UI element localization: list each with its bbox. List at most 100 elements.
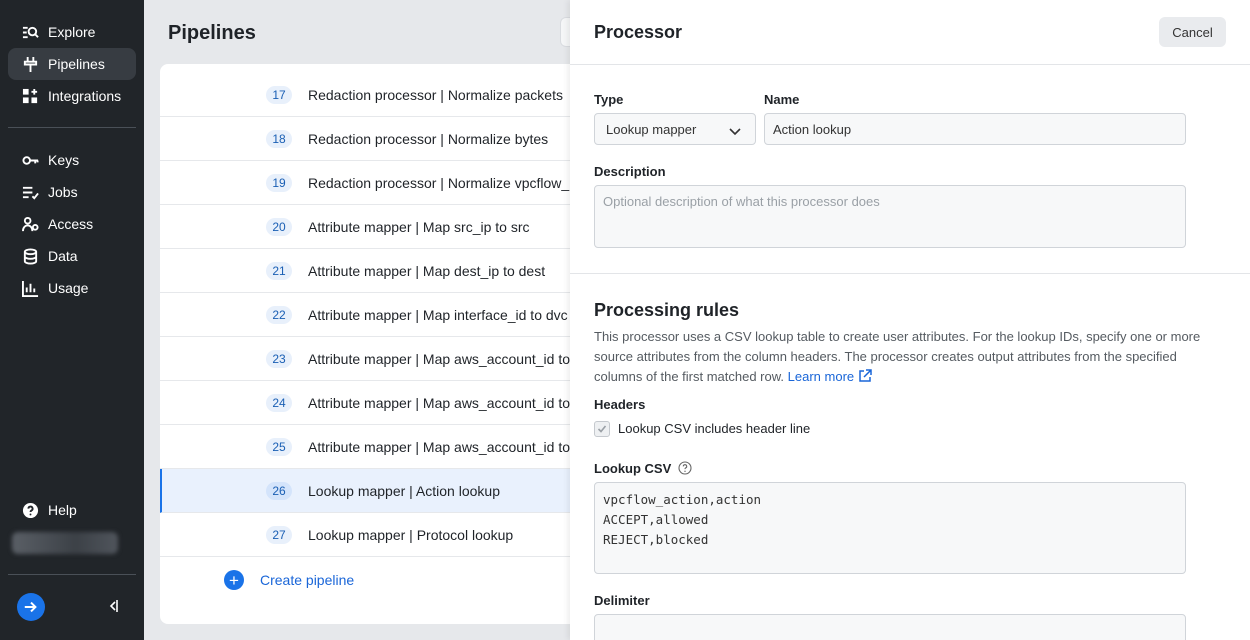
jobs-icon (21, 183, 39, 201)
pipeline-row[interactable]: 24 Attribute mapper | Map aws_account_id… (160, 381, 580, 425)
sidebar-item-keys[interactable]: Keys (8, 144, 136, 176)
pipeline-row-selected[interactable]: 26 Lookup mapper | Action lookup (160, 469, 580, 513)
checkmark-icon (597, 425, 607, 433)
processing-rules-title: Processing rules (594, 300, 740, 320)
row-number-badge: 27 (266, 525, 292, 544)
sidebar-item-help[interactable]: Help (8, 494, 136, 526)
sidebar-item-label: Explore (48, 24, 96, 40)
header-line-checkbox-label: Lookup CSV includes header line (618, 421, 811, 436)
row-label: Attribute mapper | Map dest_ip to dest (308, 262, 546, 279)
app-logo-icon[interactable] (17, 593, 45, 621)
row-label: Lookup mapper | Action lookup (308, 482, 500, 499)
pipeline-row[interactable]: 20 Attribute mapper | Map src_ip to src (160, 205, 580, 249)
sidebar-item-label: Jobs (48, 184, 78, 200)
description-textarea[interactable] (594, 185, 1186, 248)
sidebar-item-label: Access (48, 216, 94, 232)
pipeline-row[interactable]: 25 Attribute mapper | Map aws_account_id… (160, 425, 580, 469)
pipeline-row[interactable]: 18 Redaction processor | Normalize bytes (160, 117, 580, 161)
pipeline-row[interactable]: 23 Attribute mapper | Map aws_account_id… (160, 337, 580, 381)
csv-line: ACCEPT,allowed (603, 512, 709, 527)
lookup-csv-editor[interactable]: vpcflow_action,action ACCEPT,allowed REJ… (594, 482, 1186, 574)
pipeline-row[interactable]: 22 Attribute mapper | Map interface_id t… (160, 293, 580, 337)
pipeline-row[interactable]: 19 Redaction processor | Normalize vpcfl… (160, 161, 580, 205)
help-icon (21, 501, 39, 519)
row-number-badge: 21 (266, 261, 292, 280)
lookup-csv-label: Lookup CSV (594, 461, 672, 476)
sidebar-item-access[interactable]: Access (8, 208, 136, 240)
csv-line: vpcflow_action,action (603, 492, 762, 507)
row-number-badge: 20 (266, 217, 292, 236)
panel-divider (570, 273, 1250, 274)
panel-divider (570, 64, 1250, 65)
create-pipeline-button[interactable]: + Create pipeline (224, 570, 354, 590)
description-label: Description (594, 164, 666, 179)
access-icon (21, 215, 39, 233)
explore-icon (21, 23, 39, 41)
sidebar-item-label: Usage (48, 280, 89, 296)
row-label: Attribute mapper | Map aws_account_id to (308, 350, 571, 367)
pipeline-row[interactable]: 27 Lookup mapper | Protocol lookup (160, 513, 580, 557)
headers-label: Headers (594, 397, 646, 412)
row-label: Attribute mapper | Map interface_id to d… (308, 306, 568, 323)
processor-panel: Processor Cancel Type Name Lookup mapper… (570, 0, 1250, 640)
help-circle-icon[interactable] (678, 461, 692, 475)
header-line-checkbox[interactable] (594, 421, 610, 437)
sidebar-item-label: Pipelines (48, 56, 105, 72)
page-title: Pipelines (168, 22, 256, 44)
learn-more-link[interactable]: Learn more (788, 369, 872, 384)
delimiter-label: Delimiter (594, 593, 650, 608)
user-profile[interactable] (12, 532, 118, 554)
row-label: Redaction processor | Normalize packets (308, 86, 563, 103)
row-number-badge: 19 (266, 173, 292, 192)
pipeline-row[interactable]: 17 Redaction processor | Normalize packe… (160, 73, 580, 117)
row-label: Lookup mapper | Protocol lookup (308, 526, 514, 543)
row-label: Redaction processor | Normalize bytes (308, 130, 549, 147)
collapse-sidebar-icon[interactable] (106, 598, 120, 614)
row-number-badge: 17 (266, 85, 292, 104)
panel-title: Processor (594, 22, 683, 42)
key-icon (21, 151, 39, 169)
row-number-badge: 24 (266, 393, 292, 412)
plus-icon: + (224, 570, 244, 590)
sidebar-item-pipelines[interactable]: Pipelines (8, 48, 136, 80)
row-number-badge: 18 (266, 129, 292, 148)
external-link-icon (859, 369, 872, 382)
row-label: Attribute mapper | Map aws_account_id to (308, 394, 571, 411)
processing-rules-description: This processor uses a CSV lookup table t… (594, 327, 1204, 387)
delimiter-input[interactable] (594, 614, 1186, 640)
rules-desc-text: This processor uses a CSV lookup table t… (594, 329, 1201, 384)
row-label: Attribute mapper | Map src_ip to src (308, 218, 530, 235)
sidebar-item-label: Help (48, 502, 77, 518)
sidebar: Explore Pipelines Integrations Keys Jobs… (0, 0, 144, 640)
row-label: Attribute mapper | Map aws_account_id to (308, 438, 571, 455)
sidebar-item-data[interactable]: Data (8, 240, 136, 272)
name-input[interactable] (764, 113, 1186, 145)
sidebar-divider (8, 127, 136, 128)
type-select[interactable]: Lookup mapper (594, 113, 756, 145)
sidebar-item-label: Keys (48, 152, 80, 168)
sidebar-item-integrations[interactable]: Integrations (8, 80, 136, 112)
row-number-badge: 23 (266, 349, 292, 368)
learn-more-text: Learn more (787, 369, 855, 384)
row-number-badge: 22 (266, 305, 292, 324)
sidebar-item-label: Integrations (48, 88, 122, 104)
create-pipeline-label: Create pipeline (260, 572, 355, 588)
row-number-badge: 26 (266, 481, 292, 500)
chevron-down-icon (729, 124, 741, 139)
sidebar-divider (8, 574, 136, 575)
pipelines-icon (21, 55, 39, 73)
sidebar-item-usage[interactable]: Usage (8, 272, 136, 304)
database-icon (21, 247, 39, 265)
pipeline-row[interactable]: 21 Attribute mapper | Map dest_ip to des… (160, 249, 580, 293)
row-label: Redaction processor | Normalize vpcflow_ (308, 174, 570, 191)
name-label: Name (764, 92, 800, 107)
bar-chart-icon (21, 279, 39, 297)
csv-line: REJECT,blocked (603, 532, 709, 547)
integrations-icon (21, 87, 39, 105)
type-select-value: Lookup mapper (606, 121, 697, 137)
pipeline-list: 17 Redaction processor | Normalize packe… (160, 64, 580, 624)
sidebar-item-explore[interactable]: Explore (8, 16, 136, 48)
cancel-button[interactable]: Cancel (1159, 17, 1226, 47)
sidebar-item-jobs[interactable]: Jobs (8, 176, 136, 208)
type-label: Type (594, 92, 624, 107)
